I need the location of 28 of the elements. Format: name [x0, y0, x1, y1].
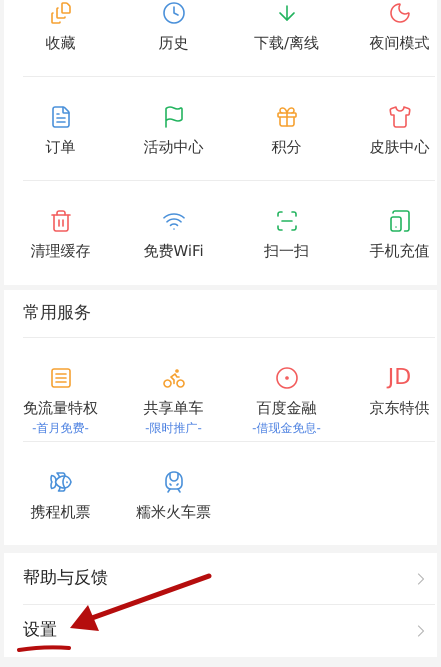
underline-drawing	[17, 645, 71, 652]
tool-label[interactable]: 手机充值	[370, 241, 430, 261]
tool-label[interactable]: 收藏	[46, 33, 76, 53]
tool-label[interactable]: 免流量特权	[23, 398, 98, 418]
promo-note: -首月免费-	[32, 420, 89, 436]
tool-label[interactable]: 夜间模式	[370, 33, 430, 53]
menu-item[interactable]: 帮助与反馈	[23, 553, 435, 605]
tool-label[interactable]: 共享单车	[144, 398, 204, 418]
tool-label[interactable]: 皮肤中心	[370, 137, 430, 157]
tool-label[interactable]: 扫一扫	[264, 241, 309, 261]
tool-label[interactable]: 清理缓存	[30, 241, 90, 261]
tool-label[interactable]: 糯米火车票	[136, 502, 211, 522]
tool-label[interactable]: 携程机票	[30, 502, 90, 522]
tool-label[interactable]: 免费WiFi	[143, 241, 204, 261]
promo-note: -借现金免息-	[252, 420, 321, 436]
menu-label: 帮助与反馈	[23, 566, 108, 590]
promo-note: -限时推广-	[145, 420, 202, 436]
logo-text: JD	[388, 366, 412, 390]
tool-label[interactable]: 历史	[158, 33, 188, 53]
tool-label[interactable]: 百度金融	[256, 398, 316, 418]
tool-label[interactable]: 下载/离线	[254, 33, 320, 53]
menu-item[interactable]: 设置	[23, 605, 435, 657]
tool-label[interactable]: 活动中心	[144, 137, 204, 157]
menu-label: 设置	[23, 619, 57, 642]
tool-label[interactable]: 订单	[46, 137, 76, 157]
tool-label[interactable]: 京东特供	[370, 398, 430, 418]
tool-label[interactable]: 积分	[272, 137, 302, 157]
section-title: 常用服务	[23, 302, 91, 325]
